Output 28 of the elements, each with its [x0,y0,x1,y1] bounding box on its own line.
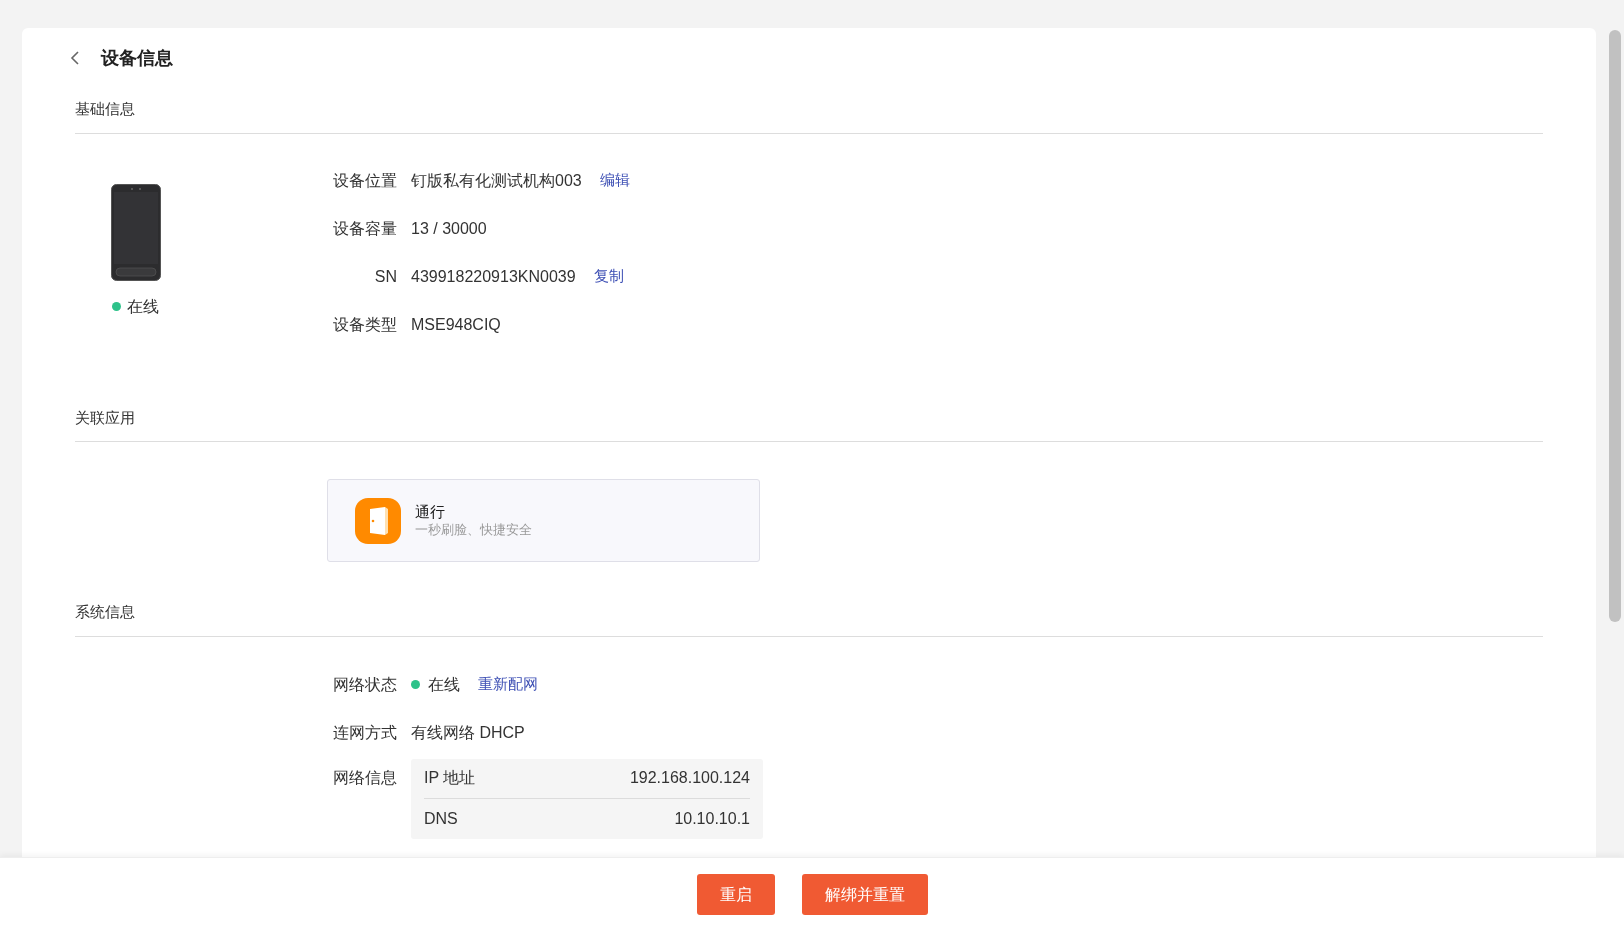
section-title: 系统信息 [75,603,135,620]
field-label: 网络状态 [333,674,397,695]
field-label: 网络信息 [333,767,397,788]
field-label: SN [374,266,397,287]
field-label: 设备类型 [333,314,397,335]
section-title: 关联应用 [75,408,135,426]
table-cell-text: 10.10.10.1 [674,808,750,829]
field-label: 设备容量 [333,218,397,239]
table-cell-text: DNS [424,808,458,829]
field-value: 13 / 30000 [411,218,487,239]
table-cell-text: IP 地址 [424,768,476,788]
field-value: MSE948CIQ [411,314,501,335]
door-icon [355,497,401,544]
action-link[interactable]: 编辑 [599,169,630,192]
table-cell-text: 192.168.100.124 [629,768,750,788]
action-link[interactable]: 复制 [593,265,624,288]
field-value: 439918220913KN0039 [411,266,576,287]
field-label: 连网方式 [333,722,397,743]
field-value: 有线网络 DHCP [411,722,525,743]
page-title: 设备信息 [101,46,173,70]
section-title: 基础信息 [75,100,135,117]
scrollbar-thumb[interactable] [1609,30,1621,622]
status-text: 在线 [126,296,159,317]
field-value: 钉版私有化测试机构003 [411,170,582,191]
app-name: 通行 [415,503,446,522]
field-label: 设备位置 [333,170,397,191]
action-link[interactable]: 重新配网 [478,673,538,696]
field-value: 在线 [428,674,460,695]
